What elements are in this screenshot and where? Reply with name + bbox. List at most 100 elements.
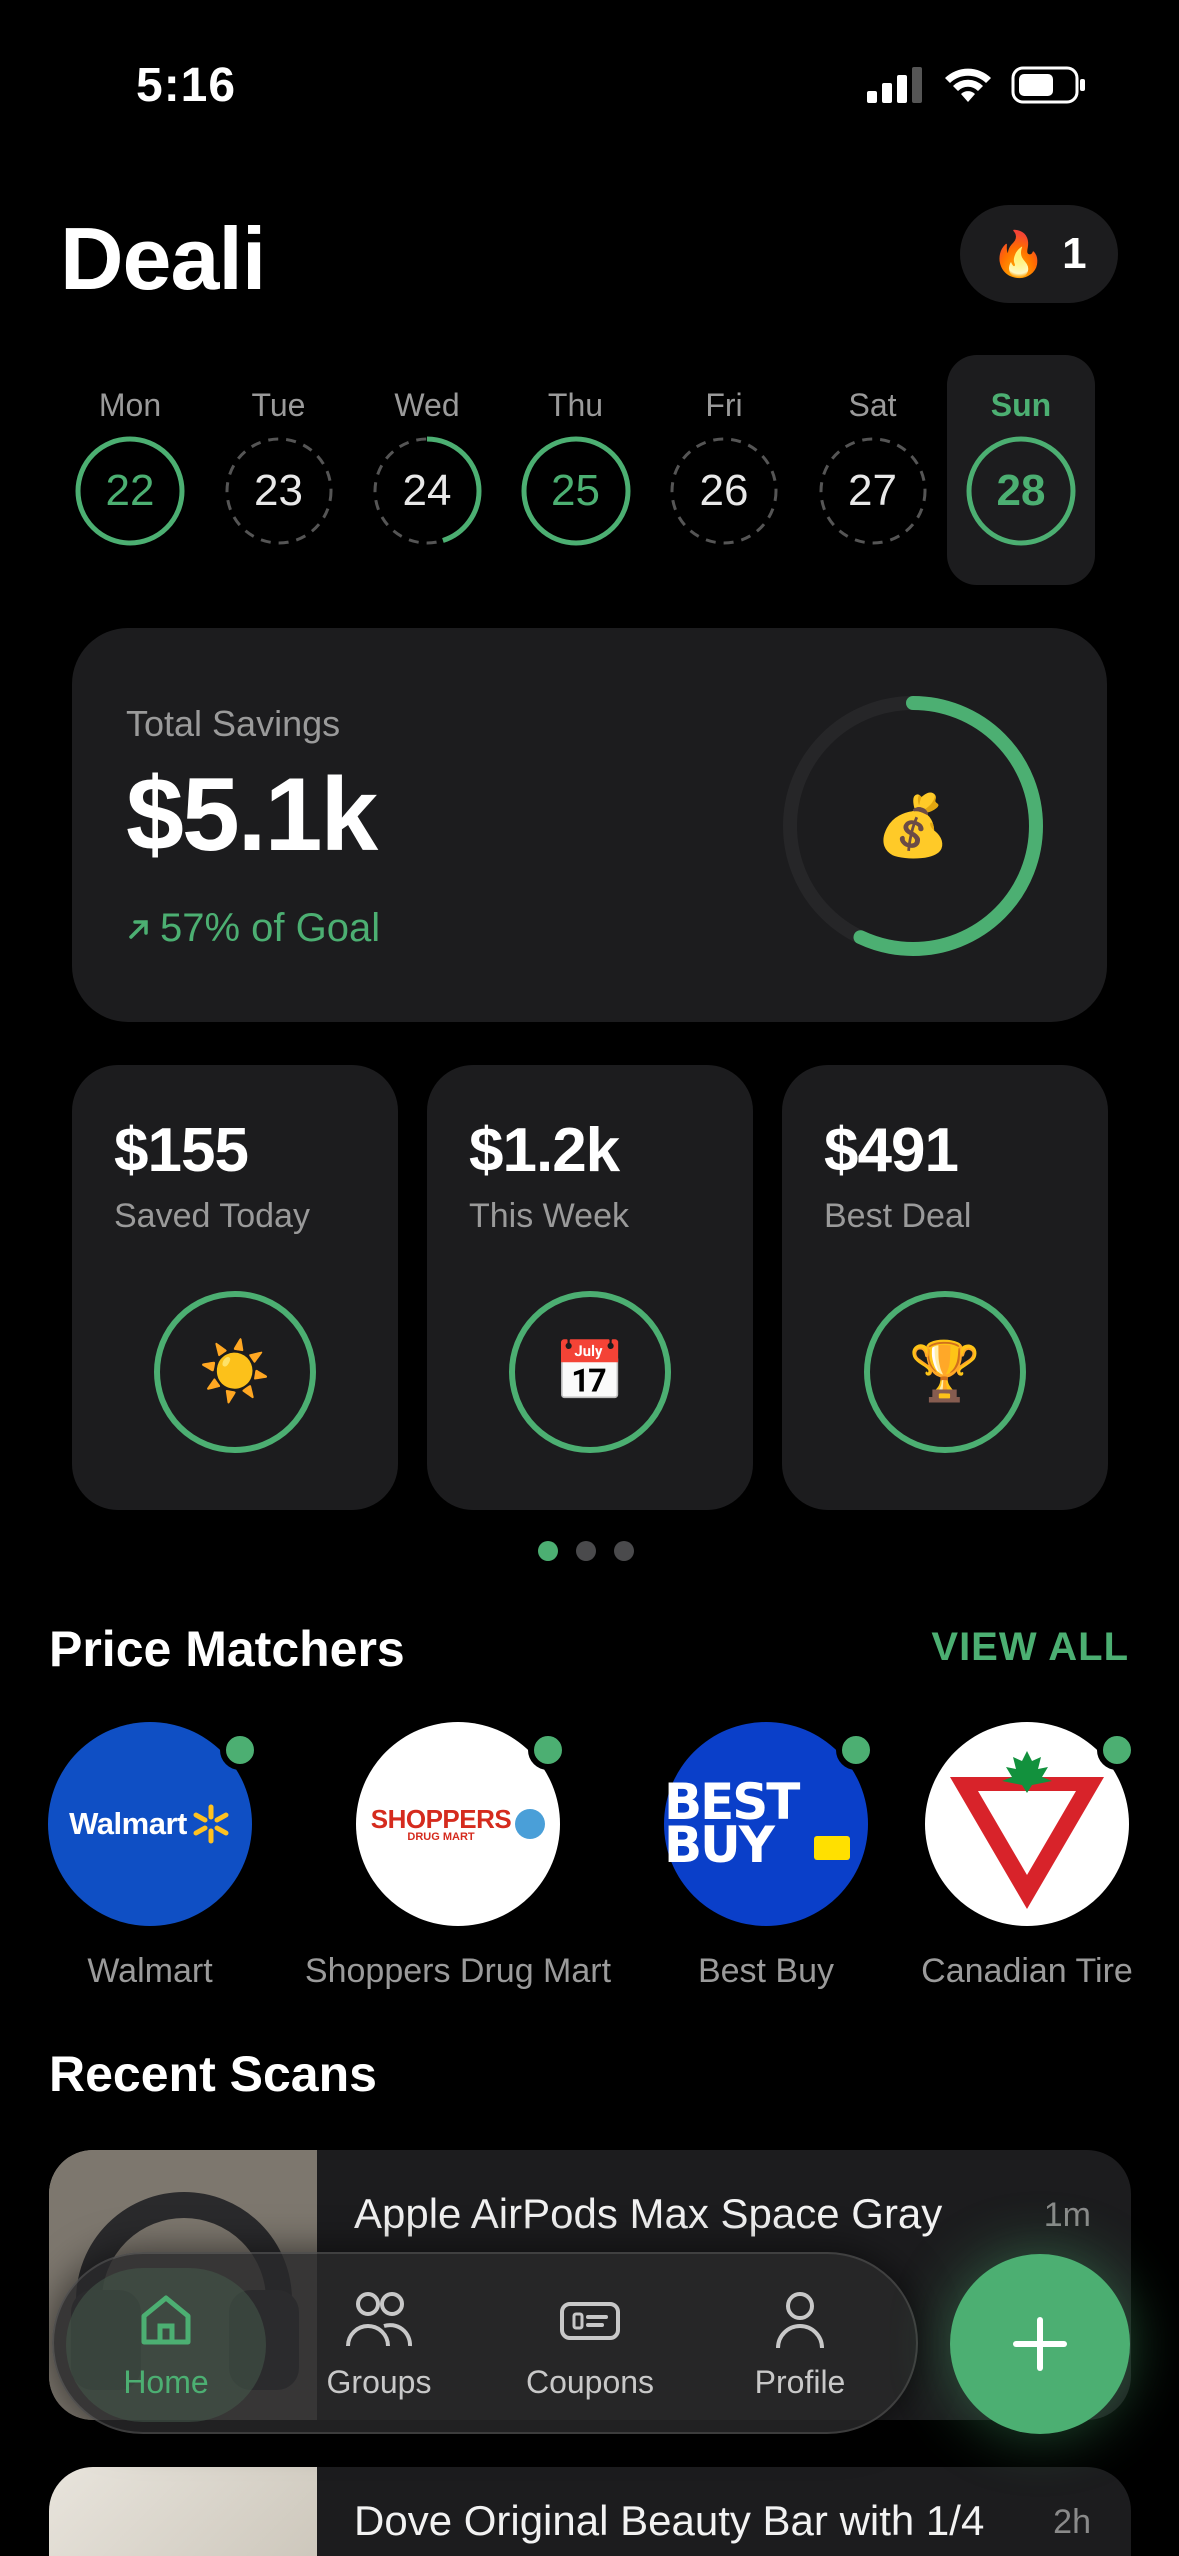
streak-count: 1: [1062, 229, 1087, 278]
canadian-tire-triangle-icon: [950, 1751, 1104, 1909]
store-name: Canadian Tire: [921, 1952, 1133, 1990]
day-date: 22: [105, 466, 155, 515]
recent-scans-title: Recent Scans: [49, 2046, 377, 2102]
stat-value: $155: [114, 1116, 249, 1185]
nav-label: Home: [123, 2364, 209, 2400]
fire-icon: 🔥: [991, 230, 1047, 279]
day-date: 23: [254, 466, 303, 515]
view-all-link[interactable]: VIEW ALL: [931, 1625, 1129, 1670]
online-indicator: [1097, 1730, 1137, 1770]
streak-badge[interactable]: 🔥 1: [960, 205, 1118, 303]
nav-coupons[interactable]: Coupons: [490, 2268, 690, 2422]
wifi-icon: [945, 68, 991, 102]
stat-card-this-week[interactable]: $1.2k This Week 📅: [427, 1065, 753, 1510]
day-date: 25: [551, 466, 600, 515]
plus-icon: [1013, 2317, 1067, 2371]
app-title: Deali: [60, 209, 266, 308]
coupon-icon: [560, 2302, 620, 2340]
store-name: Best Buy: [697, 1952, 835, 1990]
nav-groups[interactable]: Groups: [279, 2268, 479, 2422]
walmart-logo: Walmart: [48, 1722, 260, 1926]
nav-profile[interactable]: Profile: [700, 2268, 900, 2422]
store-walmart[interactable]: Walmart Walmart: [48, 1722, 260, 1991]
online-indicator: [528, 1730, 568, 1770]
money-bag-icon: 💰: [875, 792, 951, 859]
battery-icon: [1011, 66, 1085, 104]
page-dot[interactable]: [614, 1541, 634, 1561]
week-strip: Mon 22 Tue 23 Wed 24 Thu 25 Fri 26 Sat 27 Sun 28: [56, 355, 1122, 585]
day-mon[interactable]: Mon 22: [56, 355, 204, 585]
day-fri[interactable]: Fri 26: [650, 355, 798, 585]
day-name: Mon: [98, 387, 162, 423]
arrow-up-right-icon: [129, 919, 148, 939]
stat-value: $1.2k: [469, 1116, 620, 1185]
best-buy-logo: BEST BUY: [664, 1722, 876, 1926]
price-matchers-title: Price Matchers: [49, 1621, 405, 1677]
day-name: Wed: [394, 387, 460, 423]
store-shoppers-drug-mart[interactable]: SHOPPERS DRUG MART Shoppers Drug Mart: [300, 1722, 616, 1991]
nav-label: Profile: [754, 2364, 846, 2400]
day-name: Tue: [251, 387, 306, 423]
nav-label: Groups: [326, 2364, 432, 2400]
home-icon: [141, 2295, 191, 2345]
nav-home[interactable]: Home: [66, 2268, 266, 2422]
stat-caption: Best Deal: [824, 1197, 972, 1235]
total-savings-card[interactable]: Total Savings $5.1k 57% of Goal 💰: [72, 628, 1107, 1022]
scan-title: Dove Original Beauty Bar with 1/4: [354, 2497, 985, 2544]
day-name: Thu: [547, 387, 604, 423]
day-sun[interactable]: Sun 28: [947, 355, 1095, 585]
day-wed[interactable]: Wed 24: [353, 355, 501, 585]
page-dot-active[interactable]: [538, 1541, 558, 1561]
shoppers-logo: SHOPPERS DRUG MART: [356, 1722, 568, 1926]
product-thumbnail: [49, 2467, 317, 2556]
day-date: 26: [699, 466, 749, 515]
page-indicator[interactable]: [538, 1541, 634, 1561]
online-indicator: [220, 1730, 260, 1770]
store-name: Shoppers Drug Mart: [304, 1952, 612, 1990]
walmart-logo-text: Walmart: [69, 1806, 187, 1841]
page-dot[interactable]: [576, 1541, 596, 1561]
stat-value: $491: [824, 1116, 959, 1185]
bottom-nav: Home Groups Coupons Profile: [52, 2252, 918, 2434]
day-date: 28: [996, 466, 1046, 515]
day-thu[interactable]: Thu 25: [502, 355, 650, 585]
savings-amount: $5.1k: [126, 757, 378, 873]
add-scan-button[interactable]: [950, 2254, 1130, 2434]
day-date: 24: [402, 466, 452, 515]
scan-time: 1m: [1043, 2196, 1091, 2234]
cellular-signal-icon: [867, 67, 922, 103]
scan-time: 2h: [1053, 2503, 1091, 2541]
profile-icon: [776, 2292, 824, 2349]
trophy-icon: 🏆: [864, 1291, 1026, 1453]
canadian-tire-logo: [925, 1722, 1137, 1926]
sun-icon: ☀️: [154, 1291, 316, 1453]
shoppers-emblem-icon: [515, 1809, 546, 1839]
scan-title: Apple AirPods Max Space Gray: [354, 2190, 943, 2237]
day-name: Sat: [848, 387, 897, 423]
savings-label: Total Savings: [126, 703, 341, 744]
savings-goal-text: 57% of Goal: [160, 906, 381, 950]
stat-caption: This Week: [469, 1197, 629, 1235]
nav-label: Coupons: [525, 2364, 655, 2400]
scan-item[interactable]: Dove Original Beauty Bar with 1/4 2h: [49, 2467, 1131, 2556]
day-tue[interactable]: Tue 23: [205, 355, 353, 585]
status-time: 5:16: [136, 59, 237, 112]
day-sat[interactable]: Sat 27: [799, 355, 947, 585]
best-buy-tag-icon: [814, 1836, 850, 1860]
calendar-icon: 📅: [509, 1291, 671, 1453]
day-date: 27: [848, 466, 897, 515]
stat-caption: Saved Today: [114, 1197, 310, 1235]
online-indicator: [836, 1730, 876, 1770]
walmart-spark-icon: [193, 1804, 229, 1844]
store-best-buy[interactable]: BEST BUY Best Buy: [664, 1722, 876, 1991]
stat-card-saved-today[interactable]: $155 Saved Today ☀️: [72, 1065, 398, 1510]
status-icons: [867, 66, 1087, 104]
shoppers-logo-text: SHOPPERS: [370, 1803, 512, 1834]
savings-goal: 57% of Goal: [126, 906, 380, 951]
store-name: Walmart: [87, 1952, 213, 1990]
status-bar: 5:16: [0, 0, 1179, 170]
stat-card-best-deal[interactable]: $491 Best Deal 🏆: [782, 1065, 1108, 1510]
groups-icon: [346, 2292, 412, 2347]
day-name: Fri: [705, 387, 743, 423]
store-canadian-tire[interactable]: Canadian Tire: [902, 1722, 1152, 1991]
